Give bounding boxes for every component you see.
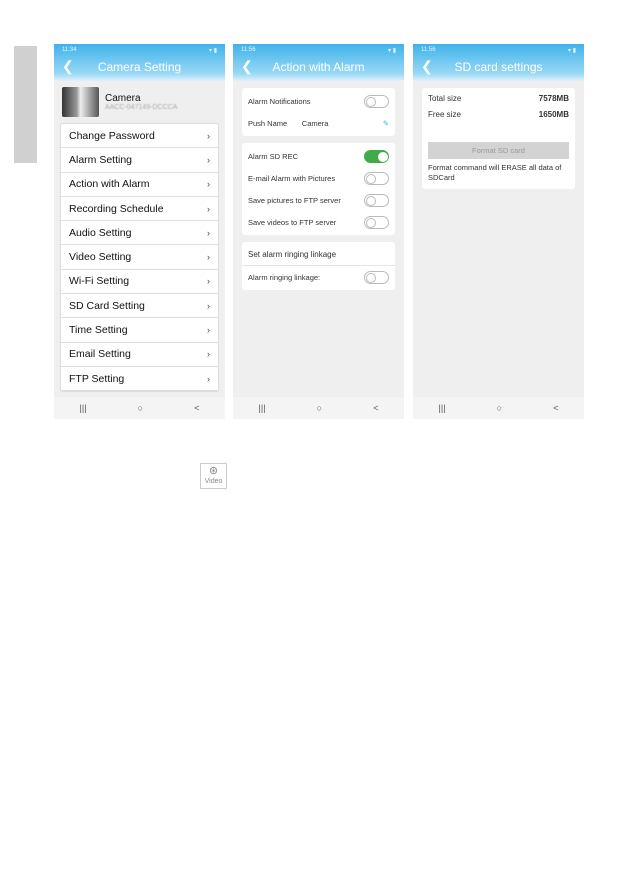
chevron-right-icon: › [207, 300, 210, 311]
alarm-sd-rec-toggle[interactable] [364, 149, 389, 163]
nav-bar: ||| ○ < [54, 397, 225, 419]
chevron-right-icon: › [207, 252, 210, 263]
alarm-notifications-toggle[interactable] [364, 94, 389, 108]
back-nav-icon[interactable]: < [553, 403, 558, 413]
settings-item-label: Action with Alarm [69, 178, 150, 191]
recording-card: Alarm SD REC E-mail Alarm with Pictures … [242, 143, 395, 235]
chevron-right-icon: › [207, 203, 210, 214]
free-size-value: 1650MB [538, 109, 569, 119]
edit-icon[interactable]: ✎ [383, 119, 389, 128]
settings-item-label: SD Card Setting [69, 299, 145, 312]
settings-item[interactable]: Change Password › [61, 124, 218, 149]
settings-item-label: Wi-Fi Setting [69, 275, 130, 288]
section-tab [14, 46, 37, 163]
format-sd-button[interactable]: Format SD card [428, 142, 569, 159]
settings-item-label: Change Password [69, 129, 155, 142]
total-size-value: 7578MB [538, 93, 569, 103]
chevron-right-icon: › [207, 325, 210, 336]
chevron-right-icon: › [207, 130, 210, 141]
settings-item-label: FTP Setting [69, 372, 125, 385]
ringing-header: Set alarm ringing linkage [248, 250, 337, 259]
recent-apps-icon[interactable]: ||| [80, 403, 87, 413]
settings-item-label: Recording Schedule [69, 202, 164, 215]
format-warning: Format command will ERASE all data of SD… [428, 163, 562, 182]
alarm-sd-rec-label: Alarm SD REC [248, 151, 299, 161]
header: 11:56 ▾ ▮ ❮ Action with Alarm [233, 44, 404, 81]
push-name-value: Camera [301, 118, 329, 128]
camera-info: Camera AACC-047149-DCCCA [54, 81, 225, 123]
settings-item-label: Time Setting [69, 324, 128, 337]
save-videos-label: Save videos to FTP server [248, 217, 337, 227]
email-alarm-toggle[interactable] [364, 171, 389, 185]
settings-item-label: Audio Setting [69, 226, 132, 239]
settings-item[interactable]: Audio Setting › [61, 221, 218, 246]
alarm-notifications-label: Alarm Notifications [248, 96, 311, 106]
settings-item[interactable]: SD Card Setting › [61, 294, 218, 319]
sd-card-settings-screen: 11:56 ▾ ▮ ❮ SD card settings Total size 75… [413, 44, 584, 419]
chevron-right-icon: › [207, 373, 210, 384]
camera-thumbnail [62, 87, 99, 117]
chevron-right-icon: › [207, 179, 210, 190]
email-alarm-label: E-mail Alarm with Pictures [248, 173, 336, 183]
settings-item[interactable]: Video Setting › [61, 245, 218, 270]
settings-item[interactable]: FTP Setting › [61, 367, 218, 392]
settings-item[interactable]: Action with Alarm › [61, 173, 218, 197]
page-title: Camera Setting [97, 60, 182, 74]
back-nav-icon[interactable]: < [373, 403, 378, 413]
video-icon: ⊛ Video [200, 463, 227, 489]
status-time: 11:56 [421, 47, 436, 53]
settings-item-label: Email Setting [69, 348, 131, 361]
recent-apps-icon[interactable]: ||| [259, 403, 266, 413]
home-icon[interactable]: ○ [317, 403, 322, 413]
header: 11:56 ▾ ▮ ❮ SD card settings [413, 44, 584, 81]
settings-item[interactable]: Wi-Fi Setting › [61, 270, 218, 295]
camera-name: Camera [105, 93, 141, 104]
settings-item[interactable]: Email Setting › [61, 343, 218, 367]
chevron-right-icon: › [207, 349, 210, 360]
settings-list: Change Password › Alarm Setting › Action wit… [60, 123, 219, 393]
sd-info-card: Total size 7578MB Free size 1650MB Format … [422, 88, 575, 189]
camera-setting-screen: 11:34 ▾ ▮ ❮ Camera Setting Camera AACC-04… [54, 44, 225, 419]
free-size-label: Free size [428, 109, 461, 119]
save-videos-toggle[interactable] [364, 215, 389, 229]
settings-item-label: Video Setting [69, 251, 132, 264]
page-title: Action with Alarm [272, 60, 365, 74]
push-name-label: Push Name [248, 118, 288, 128]
action-with-alarm-screen: 11:56 ▾ ▮ ❮ Action with Alarm Alarm Notif… [233, 44, 404, 419]
header: 11:34 ▾ ▮ ❮ Camera Setting [54, 44, 225, 81]
status-time: 11:56 [241, 47, 256, 53]
settings-item-label: Alarm Setting [69, 153, 133, 166]
nav-bar: ||| ○ < [233, 397, 404, 419]
nav-bar: ||| ○ < [413, 397, 584, 419]
notification-card: Alarm Notifications Push Name Camera ✎ [242, 88, 395, 136]
chevron-right-icon: › [207, 154, 210, 165]
status-icons: ▾ ▮ [568, 48, 576, 54]
save-pictures-toggle[interactable] [364, 193, 389, 207]
home-icon[interactable]: ○ [497, 403, 502, 413]
ringing-card: Set alarm ringing linkage Alarm ringing … [242, 242, 395, 290]
status-icons: ▾ ▮ [209, 48, 217, 54]
ringing-toggle[interactable] [364, 270, 389, 284]
total-size-label: Total size [428, 93, 462, 103]
ringing-label: Alarm ringing linkage: [248, 272, 321, 282]
recent-apps-icon[interactable]: ||| [439, 403, 446, 413]
chevron-right-icon: › [207, 276, 210, 287]
status-time: 11:34 [62, 47, 77, 53]
camera-id: AACC-047149-DCCCA [105, 104, 178, 111]
save-pictures-label: Save pictures to FTP server [248, 195, 341, 205]
back-nav-icon[interactable]: < [194, 403, 199, 413]
home-icon[interactable]: ○ [138, 403, 143, 413]
status-icons: ▾ ▮ [388, 48, 396, 54]
settings-item[interactable]: Recording Schedule › [61, 197, 218, 222]
settings-item[interactable]: Alarm Setting › [61, 148, 218, 173]
chevron-right-icon: › [207, 227, 210, 238]
settings-item[interactable]: Time Setting › [61, 318, 218, 343]
page-title: SD card settings [454, 60, 543, 74]
